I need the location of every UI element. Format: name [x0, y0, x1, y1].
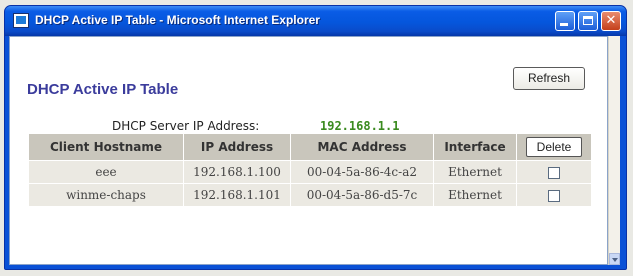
mac-cell: 00-04-5a-86-d5-7c [290, 183, 434, 207]
window-title: DHCP Active IP Table - Microsoft Interne… [35, 13, 320, 27]
page-title: DHCP Active IP Table [27, 81, 179, 98]
minimize-button[interactable] [555, 11, 575, 31]
browser-window: DHCP Active IP Table - Microsoft Interne… [4, 5, 627, 270]
interface-cell: Ethernet [433, 183, 517, 207]
column-header-hostname: Client Hostname [28, 133, 184, 161]
page-content: DHCP Active IP Table Refresh DHCP Server… [9, 36, 608, 265]
vertical-scrollbar[interactable] [608, 36, 620, 265]
ip-cell: 192.168.1.100 [183, 160, 291, 184]
title-bar[interactable]: DHCP Active IP Table - Microsoft Interne… [5, 6, 626, 36]
refresh-button[interactable]: Refresh [513, 67, 585, 90]
server-ip-label: DHCP Server IP Address: [112, 119, 260, 133]
row-select-checkbox[interactable] [548, 166, 560, 179]
scroll-down-icon [612, 258, 618, 262]
close-button[interactable]: ✕ [601, 11, 621, 31]
column-header-ip: IP Address [183, 133, 291, 161]
maximize-button[interactable] [578, 11, 598, 31]
table-header-row: Client Hostname IP Address MAC Address I… [28, 133, 592, 161]
select-cell [516, 183, 592, 207]
server-ip-value: 192.168.1.1 [320, 119, 400, 133]
table-row: winme-chaps 192.168.1.101 00-04-5a-86-d5… [28, 183, 592, 207]
interface-cell: Ethernet [433, 160, 517, 184]
delete-header-cell: Delete [516, 133, 592, 161]
active-ip-table: Client Hostname IP Address MAC Address I… [28, 133, 592, 207]
mac-cell: 00-04-5a-86-4c-a2 [290, 160, 434, 184]
minimize-icon [560, 23, 568, 26]
scroll-down-button[interactable] [609, 253, 620, 265]
column-header-interface: Interface [433, 133, 517, 161]
column-header-mac: MAC Address [290, 133, 434, 161]
ie-page-icon [13, 13, 29, 28]
table-row: eee 192.168.1.100 00-04-5a-86-4c-a2 Ethe… [28, 160, 592, 184]
row-select-checkbox[interactable] [548, 189, 560, 202]
close-icon: ✕ [605, 13, 617, 28]
delete-button[interactable]: Delete [526, 137, 582, 157]
hostname-cell: winme-chaps [28, 183, 184, 207]
select-cell [516, 160, 592, 184]
ip-cell: 192.168.1.101 [183, 183, 291, 207]
hostname-cell: eee [28, 160, 184, 184]
maximize-icon [583, 16, 593, 25]
